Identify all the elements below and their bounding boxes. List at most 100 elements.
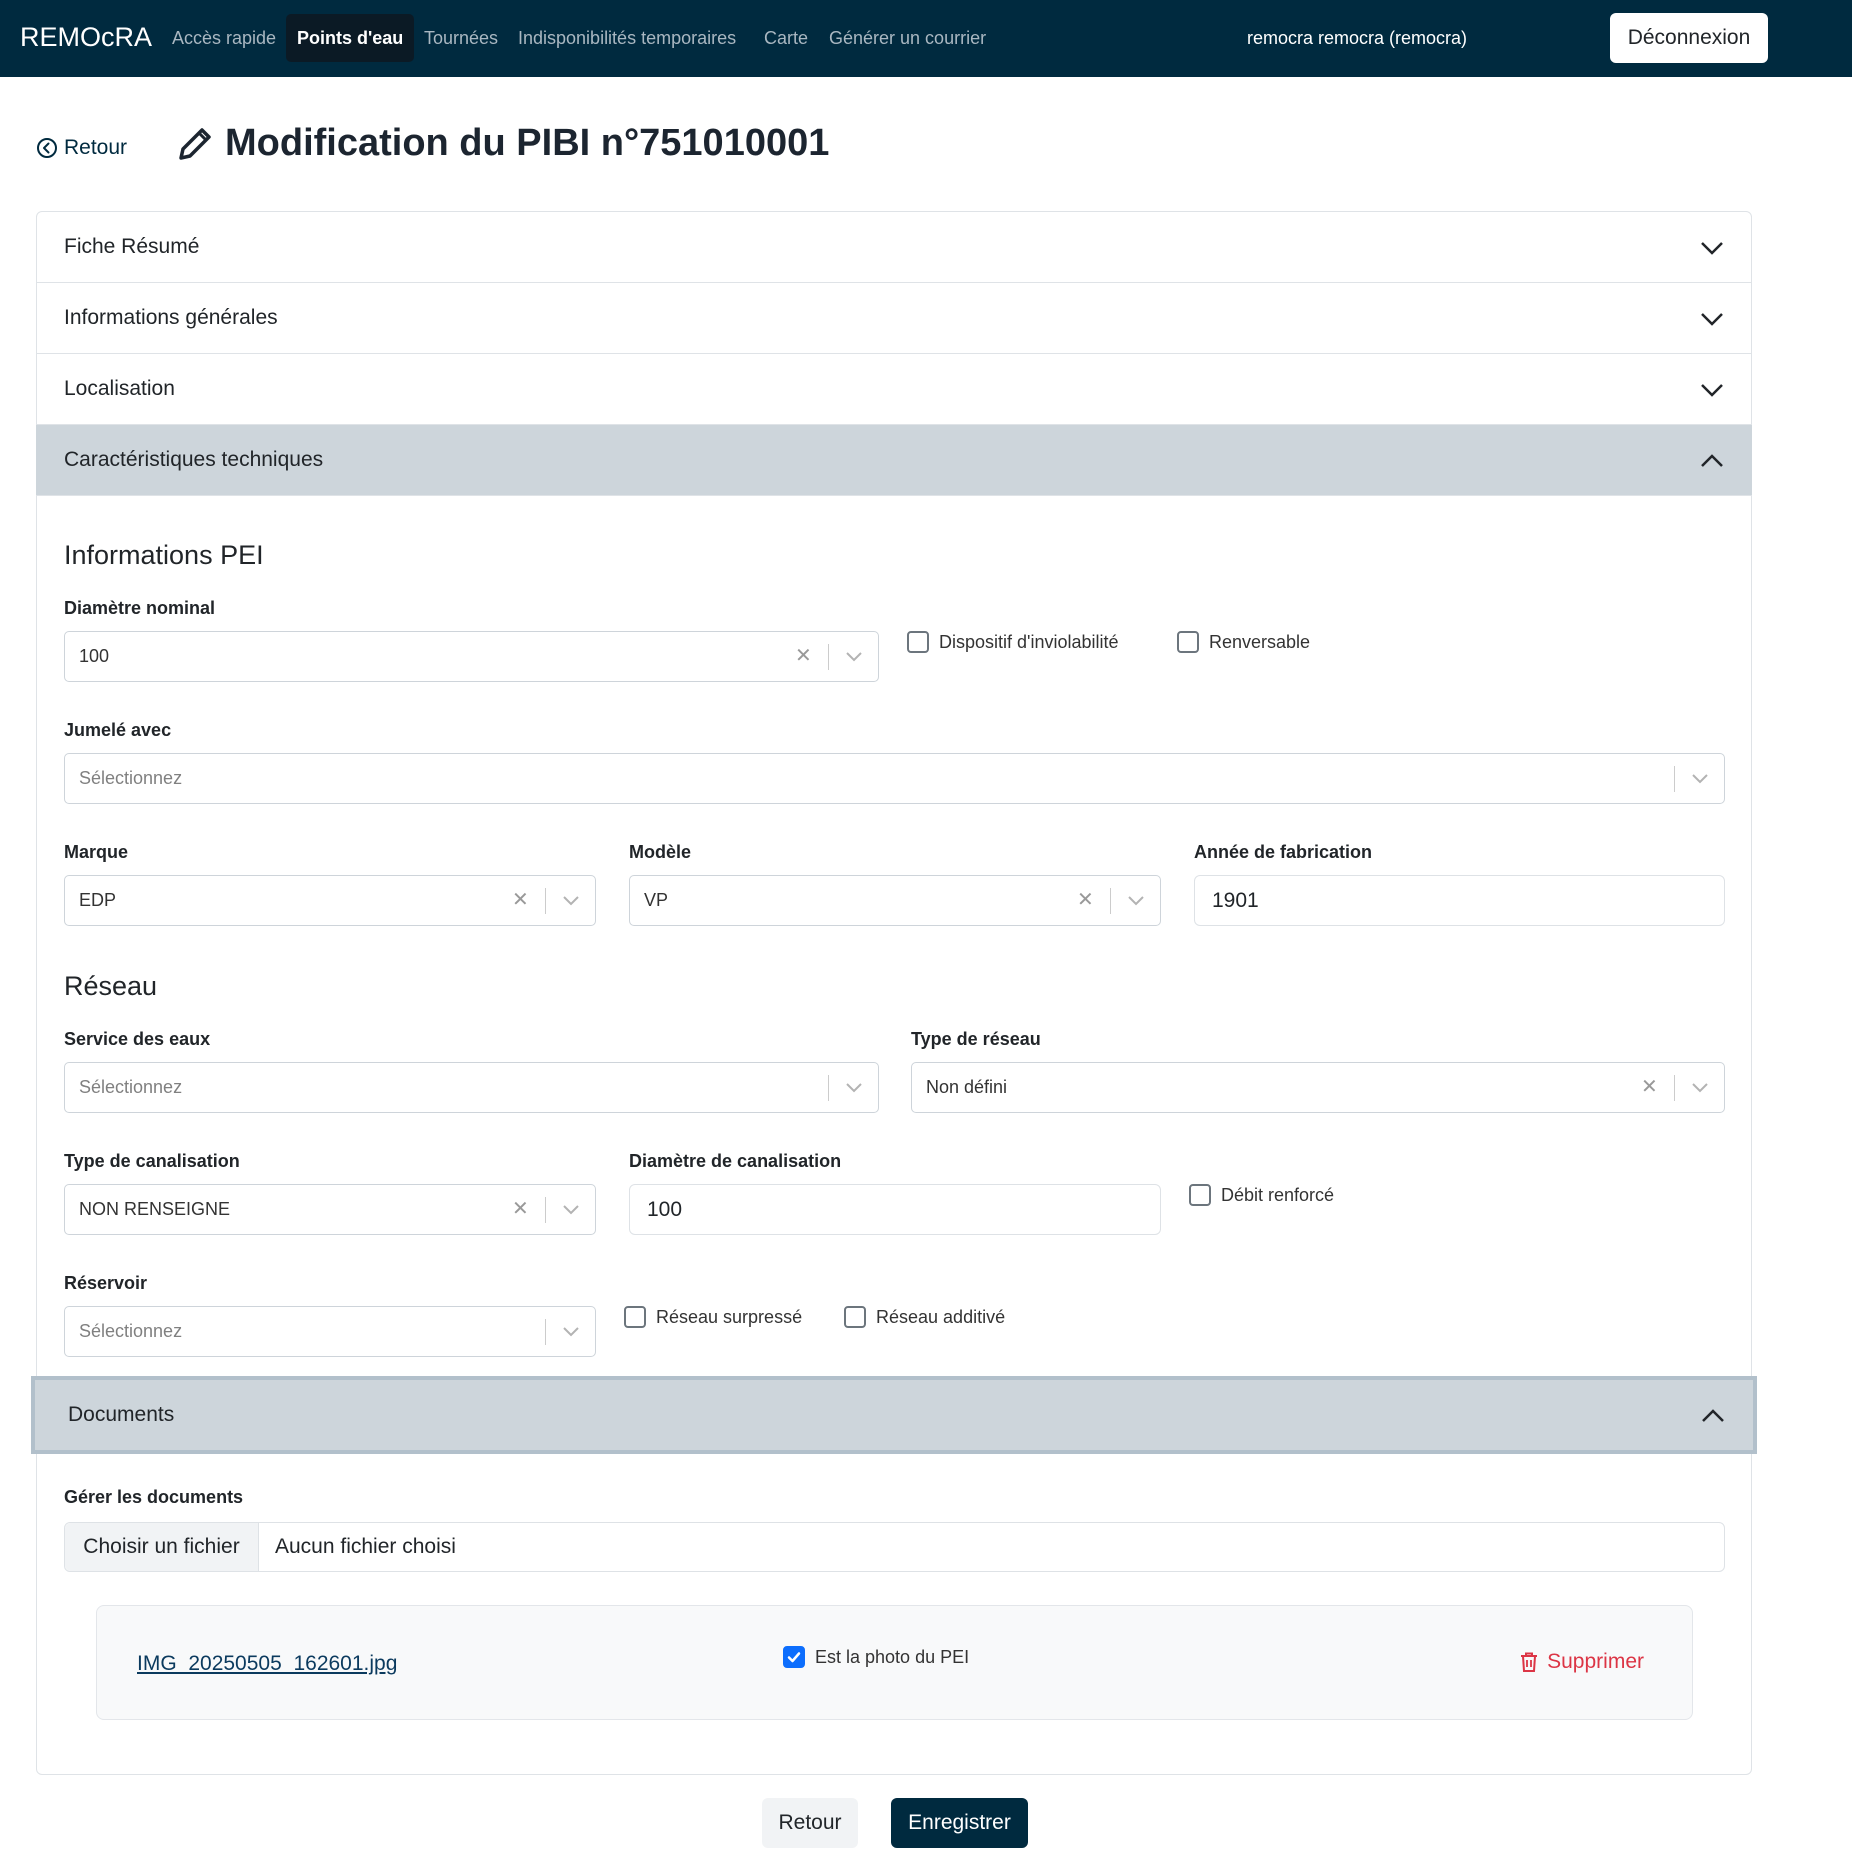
- type-canalisation-label: Type de canalisation: [64, 1151, 240, 1171]
- chevron-down-icon[interactable]: [1691, 772, 1709, 786]
- type-reseau-select[interactable]: Non défini ✕: [911, 1062, 1725, 1113]
- accordion-fiche-resume[interactable]: Fiche Résumé: [36, 212, 1752, 283]
- clear-icon[interactable]: ✕: [795, 646, 812, 666]
- chevron-down-icon[interactable]: [1691, 1081, 1709, 1095]
- back-link[interactable]: Retour: [36, 136, 127, 160]
- type-canalisation-value: NON RENSEIGNE: [79, 1199, 231, 1219]
- chevron-down-icon[interactable]: [845, 650, 863, 664]
- trash-icon: [1521, 1652, 1538, 1672]
- checkbox-photo-pei[interactable]: Est la photo du PEI: [783, 1646, 969, 1668]
- accordion-localisation-label: Localisation: [64, 377, 175, 400]
- annee-fabrication-label: Année de fabrication: [1194, 842, 1373, 862]
- modele-label: Modèle: [629, 842, 692, 862]
- checkbox-reseau-surpresse[interactable]: Réseau surpressé: [624, 1306, 802, 1328]
- marque-value: EDP: [79, 890, 117, 910]
- nav-tournees[interactable]: Tournées: [424, 28, 498, 49]
- nav-generer-courrier[interactable]: Générer un courrier: [829, 28, 986, 49]
- checkbox-renversable-label: Renversable: [1209, 631, 1311, 652]
- service-eaux-placeholder: Sélectionnez: [79, 1077, 183, 1097]
- diametre-canalisation-input[interactable]: 100: [629, 1184, 1161, 1235]
- annee-fabrication-input[interactable]: 1901: [1194, 875, 1725, 926]
- select-separator: [545, 1197, 546, 1223]
- accordion-localisation[interactable]: Localisation: [36, 354, 1752, 425]
- select-separator: [545, 1319, 546, 1345]
- accordion-documents[interactable]: Documents: [31, 1376, 1757, 1454]
- annee-fabrication-value: 1901: [1212, 889, 1259, 912]
- document-item: IMG_20250505_162601.jpg Est la photo du …: [96, 1605, 1693, 1720]
- chevron-down-icon: [1701, 313, 1723, 326]
- checkbox-box-checked[interactable]: [783, 1646, 805, 1668]
- page-title-text: Modification du PIBI n°751010001: [225, 122, 830, 164]
- checkbox-inviolabilite-label: Dispositif d'inviolabilité: [939, 631, 1119, 652]
- clear-icon[interactable]: ✕: [1077, 890, 1094, 910]
- checkbox-reseau-additive-label: Réseau additivé: [876, 1306, 1006, 1327]
- logout-button[interactable]: Déconnexion: [1610, 13, 1768, 63]
- checkbox-reseau-additive[interactable]: Réseau additivé: [844, 1306, 1005, 1328]
- service-eaux-select[interactable]: Sélectionnez: [64, 1062, 879, 1113]
- accordion-documents-label: Documents: [68, 1403, 175, 1426]
- choose-file-button[interactable]: Choisir un fichier: [65, 1523, 259, 1571]
- checkbox-box[interactable]: [844, 1306, 866, 1328]
- chevron-down-icon[interactable]: [1127, 894, 1145, 908]
- nav-carte[interactable]: Carte: [764, 28, 808, 49]
- type-reseau-value: Non défini: [926, 1077, 1008, 1097]
- check-icon: [787, 1652, 801, 1663]
- clear-icon[interactable]: ✕: [512, 890, 529, 910]
- page-title: Modification du PIBI n°751010001: [175, 122, 829, 165]
- file-status: Aucun fichier choisi: [275, 1535, 456, 1558]
- pencil-icon: [179, 127, 211, 160]
- delete-document-button[interactable]: Supprimer: [1519, 1650, 1644, 1674]
- modele-select[interactable]: VP ✕: [629, 875, 1161, 926]
- current-user: remocra remocra (remocra): [1246, 28, 1467, 48]
- section-reseau: Réseau: [64, 971, 158, 1001]
- accordion-fiche-resume-label: Fiche Résumé: [64, 235, 200, 258]
- diametre-nominal-value: 100: [79, 646, 110, 666]
- nav-acces-rapide[interactable]: Accès rapide: [172, 28, 276, 49]
- checkbox-box[interactable]: [1177, 631, 1199, 653]
- clear-icon[interactable]: ✕: [512, 1199, 529, 1219]
- modele-value: VP: [644, 890, 669, 910]
- select-separator: [545, 888, 546, 914]
- jumele-avec-select[interactable]: Sélectionnez: [64, 753, 1725, 804]
- gerer-documents-label: Gérer les documents: [64, 1487, 244, 1507]
- checkbox-renversable[interactable]: Renversable: [1177, 631, 1310, 653]
- type-canalisation-select[interactable]: NON RENSEIGNE ✕: [64, 1184, 596, 1235]
- diametre-nominal-select[interactable]: 100 ✕: [64, 631, 879, 682]
- app-brand[interactable]: REMOcRA: [20, 22, 152, 53]
- chevron-down-icon[interactable]: [562, 894, 580, 908]
- back-link-label: Retour: [64, 136, 128, 159]
- checkbox-box[interactable]: [624, 1306, 646, 1328]
- accordion-informations-generales[interactable]: Informations générales: [36, 283, 1752, 354]
- chevron-down-icon[interactable]: [562, 1203, 580, 1217]
- jumele-avec-placeholder: Sélectionnez: [79, 768, 183, 788]
- section-informations-pei: Informations PEI: [64, 540, 264, 570]
- file-input[interactable]: Choisir un fichier Aucun fichier choisi: [64, 1522, 1725, 1572]
- checkbox-box[interactable]: [907, 631, 929, 653]
- nav-indisponibilites[interactable]: Indisponibilités temporaires: [518, 28, 736, 49]
- chevron-up-icon: [1701, 454, 1723, 467]
- top-navbar: REMOcRA Accès rapide Points d'eau Tourné…: [0, 0, 1852, 77]
- chevron-down-icon[interactable]: [845, 1081, 863, 1095]
- reservoir-select[interactable]: Sélectionnez: [64, 1306, 596, 1357]
- service-eaux-label: Service des eaux: [64, 1029, 211, 1049]
- type-reseau-label: Type de réseau: [911, 1029, 1041, 1049]
- diametre-nominal-label: Diamètre nominal: [64, 598, 216, 618]
- select-separator: [828, 644, 829, 670]
- reservoir-label: Réservoir: [64, 1273, 148, 1293]
- checkbox-debit-renforce[interactable]: Débit renforcé: [1189, 1184, 1334, 1206]
- checkbox-inviolabilite[interactable]: Dispositif d'inviolabilité: [907, 631, 1119, 653]
- delete-document-label: Supprimer: [1547, 1650, 1644, 1673]
- marque-select[interactable]: EDP ✕: [64, 875, 596, 926]
- chevron-up-icon: [1702, 1409, 1724, 1422]
- clear-icon[interactable]: ✕: [1641, 1077, 1658, 1097]
- checkbox-photo-pei-label: Est la photo du PEI: [815, 1646, 970, 1667]
- footer-back-button[interactable]: Retour: [762, 1798, 858, 1848]
- checkbox-box[interactable]: [1189, 1184, 1211, 1206]
- chevron-down-icon[interactable]: [562, 1325, 580, 1339]
- nav-points-eau[interactable]: Points d'eau: [286, 14, 415, 62]
- document-link[interactable]: IMG_20250505_162601.jpg: [137, 1652, 397, 1676]
- accordion-caracteristiques-label: Caractéristiques techniques: [64, 448, 324, 471]
- checkbox-reseau-surpresse-label: Réseau surpressé: [656, 1306, 803, 1327]
- accordion-caracteristiques-techniques[interactable]: Caractéristiques techniques: [36, 425, 1752, 496]
- save-button[interactable]: Enregistrer: [891, 1798, 1028, 1848]
